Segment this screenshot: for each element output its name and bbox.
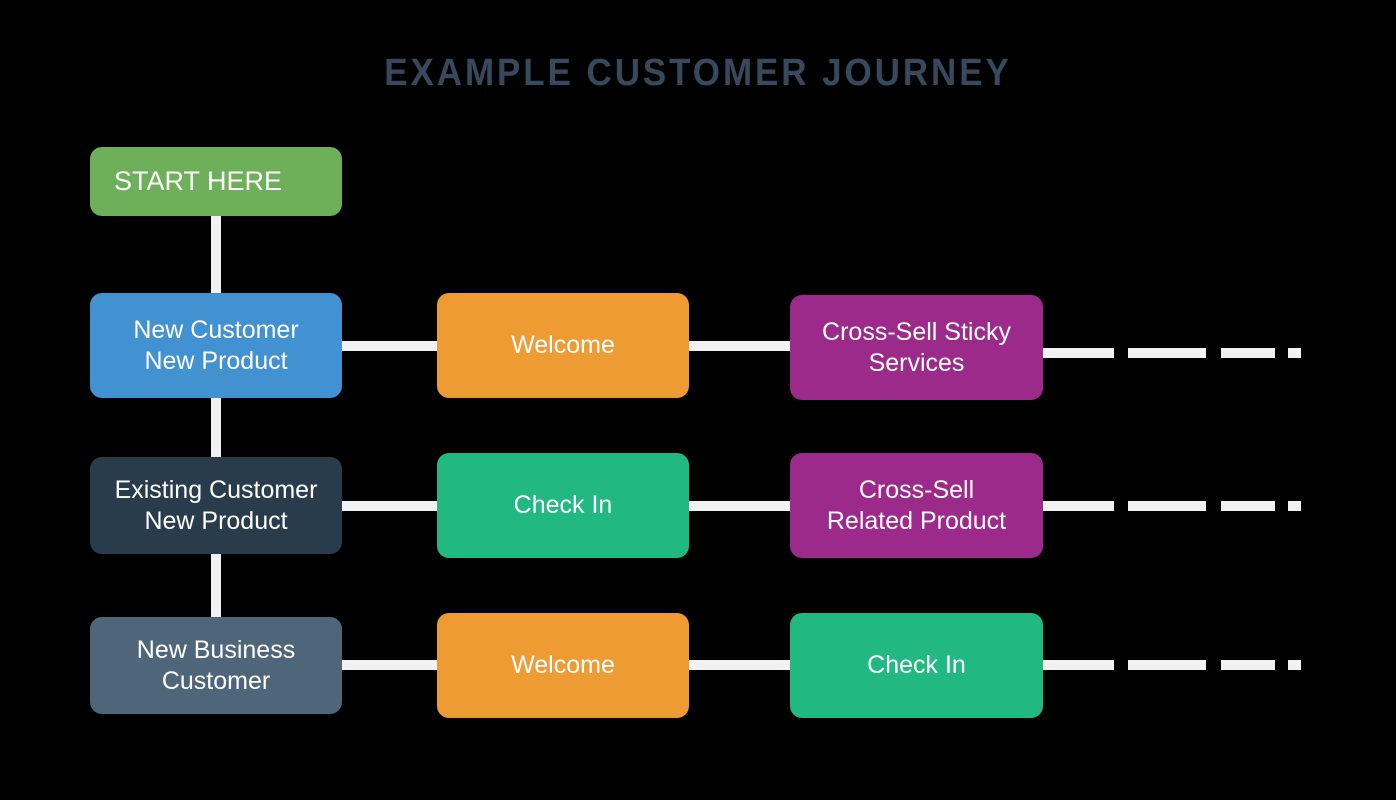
connector-vertical-row2-to-row3 (211, 545, 221, 627)
continuation-dash-row3 (1128, 660, 1206, 670)
node-label: Check In (513, 491, 613, 520)
node-existing-customer-new-product[interactable]: Existing Customer New Product (90, 457, 342, 554)
continuation-dash-row2 (1221, 501, 1275, 511)
node-start-here[interactable]: START HERE (90, 147, 342, 216)
page-title: EXAMPLE CUSTOMER JOURNEY (384, 52, 1012, 94)
connector-row3-col1-col2 (334, 660, 446, 670)
node-label: Welcome (511, 331, 615, 360)
continuation-dash-row2 (1288, 501, 1301, 511)
continuation-dash-row2 (1036, 501, 1114, 511)
connector-row3-col2-col3 (682, 660, 798, 670)
node-label: Welcome (511, 651, 615, 680)
node-label: Cross-Sell Sticky Services (822, 318, 1011, 377)
node-row2-check-in[interactable]: Check In (437, 453, 689, 558)
continuation-dash-row1 (1288, 348, 1301, 358)
node-label: Existing Customer New Product (114, 476, 318, 535)
continuation-dash-row2 (1128, 501, 1206, 511)
continuation-dash-row1 (1128, 348, 1206, 358)
node-new-customer-new-product[interactable]: New Customer New Product (90, 293, 342, 398)
connector-row1-col1-col2 (334, 341, 446, 351)
node-label: New Customer New Product (133, 316, 299, 375)
node-row3-check-in[interactable]: Check In (790, 613, 1043, 718)
node-label: Check In (867, 651, 966, 680)
node-new-business-customer[interactable]: New Business Customer (90, 617, 342, 714)
node-label: Cross-Sell Related Product (826, 476, 1007, 535)
continuation-dash-row3 (1036, 660, 1114, 670)
node-label: New Business Customer (136, 636, 296, 695)
continuation-dash-row3 (1288, 660, 1301, 670)
connector-row2-col2-col3 (682, 501, 798, 511)
connector-row1-col2-col3 (682, 341, 798, 351)
connector-vertical-start-to-row1 (211, 205, 221, 305)
continuation-dash-row1 (1036, 348, 1114, 358)
node-label: START HERE (114, 166, 283, 197)
connector-vertical-row1-to-row2 (211, 388, 221, 468)
node-row1-welcome[interactable]: Welcome (437, 293, 689, 398)
node-cross-sell-sticky-services[interactable]: Cross-Sell Sticky Services (790, 295, 1043, 400)
connector-row2-col1-col2 (334, 501, 446, 511)
customer-journey-diagram: EXAMPLE CUSTOMER JOURNEY START HERE New … (0, 0, 1396, 800)
node-cross-sell-related-product[interactable]: Cross-Sell Related Product (790, 453, 1043, 558)
continuation-dash-row1 (1221, 348, 1275, 358)
continuation-dash-row3 (1221, 660, 1275, 670)
node-row3-welcome[interactable]: Welcome (437, 613, 689, 718)
